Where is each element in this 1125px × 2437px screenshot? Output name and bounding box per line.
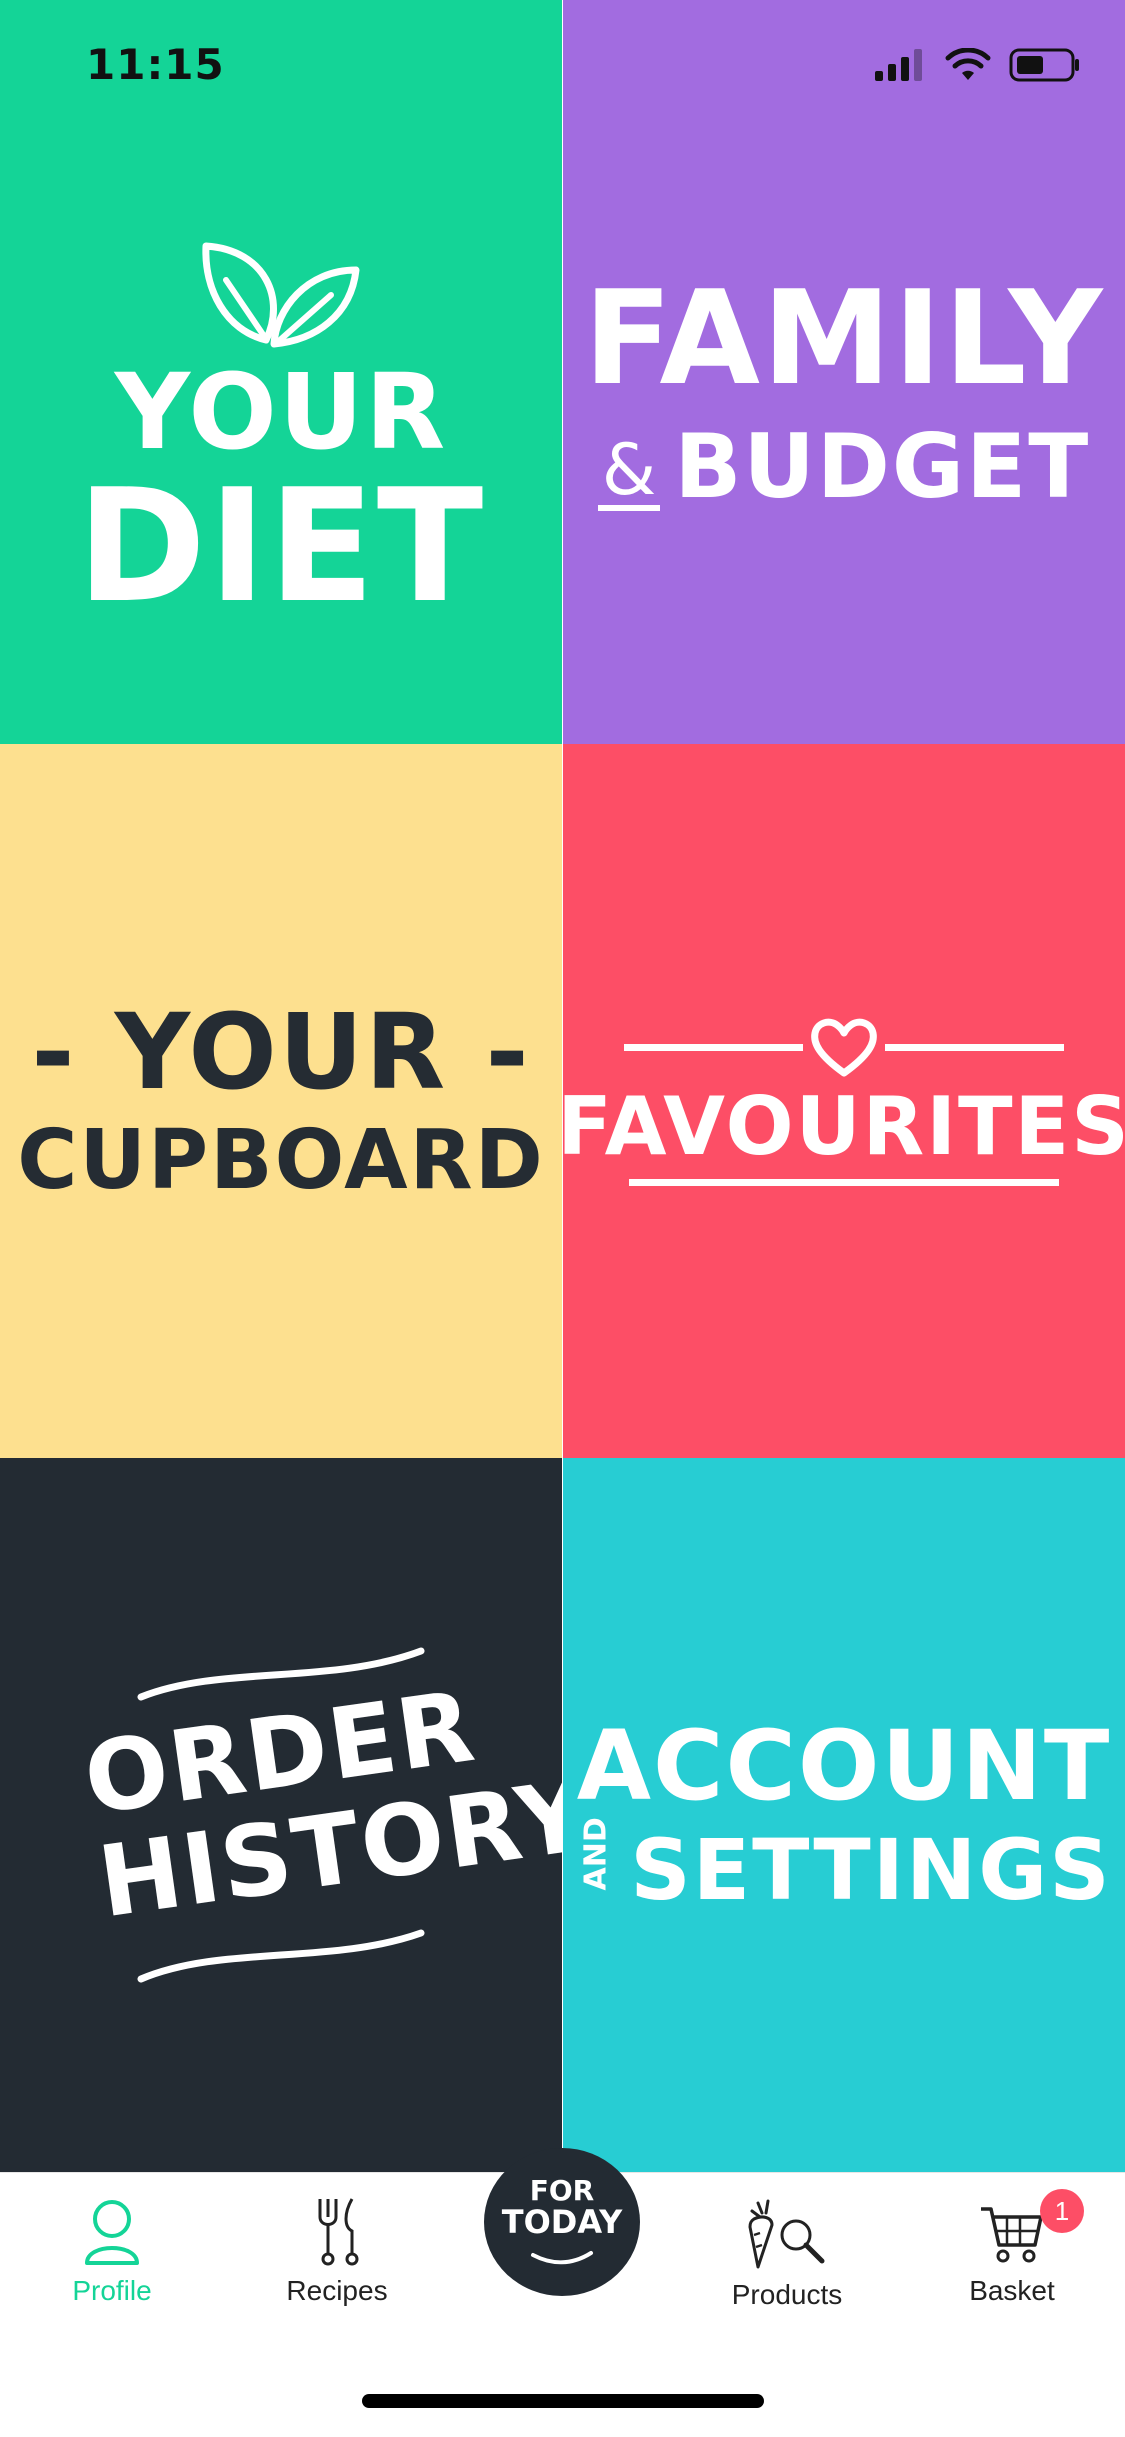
favourites-bottom-rule xyxy=(629,1178,1059,1186)
tile-account-and: AND xyxy=(578,1816,614,1890)
order-history-tile[interactable]: ORDER HISTORY xyxy=(0,1458,598,2172)
tab-recipes-label: Recipes xyxy=(286,2275,388,2306)
battery-icon xyxy=(1009,48,1079,82)
favourites-top-rule xyxy=(624,1017,1064,1079)
tab-profile[interactable]: Profile xyxy=(12,2197,212,2307)
divider-line xyxy=(624,1044,803,1051)
tile-cupboard-line1: - YOUR - xyxy=(31,991,531,1113)
tile-account-line1: ACCOUNT xyxy=(576,1710,1112,1822)
tab-products[interactable]: Products xyxy=(687,2197,887,2311)
heart-icon xyxy=(811,1018,877,1076)
for-today-button[interactable]: FOR TODAY xyxy=(484,2148,640,2296)
carrot-search-icon xyxy=(748,2199,825,2269)
for-today-line2: TODAY xyxy=(501,2203,623,2242)
your-cupboard-tile[interactable]: - YOUR - CUPBOARD xyxy=(0,744,562,1458)
status-time: 11:15 xyxy=(86,40,225,89)
order-history-emblem: ORDER HISTORY xyxy=(78,1645,598,1985)
tile-account-line2: SETTINGS xyxy=(630,1821,1112,1919)
order-history-text: ORDER HISTORY xyxy=(78,1670,598,1941)
status-icons xyxy=(875,48,1081,82)
tile-family-budget-row: & BUDGET xyxy=(597,415,1091,518)
divider-line xyxy=(885,1044,1064,1051)
cutlery-icon xyxy=(318,2198,359,2266)
tile-family-line1: FAMILY xyxy=(583,262,1105,414)
tile-family-ampersand: & xyxy=(597,435,661,511)
status-bar: 11:15 xyxy=(0,0,1125,130)
favourites-tile[interactable]: FAVOURITES xyxy=(557,744,1125,1458)
tab-profile-label: Profile xyxy=(72,2275,152,2306)
swoosh-bottom-icon xyxy=(137,1929,425,1983)
profile-icon xyxy=(85,2200,139,2265)
leaves-icon xyxy=(202,242,360,348)
home-indicator[interactable] xyxy=(362,2394,764,2408)
tile-diet-line2: DIET xyxy=(76,455,486,637)
tile-cupboard-line2: CUPBOARD xyxy=(17,1113,545,1208)
basket-count-badge: 1 xyxy=(1040,2189,1084,2233)
wifi-icon xyxy=(945,48,991,80)
tab-basket[interactable]: 1 Basket xyxy=(912,2189,1112,2307)
smile-swoosh-icon xyxy=(531,2250,593,2264)
favourites-emblem: FAVOURITES xyxy=(557,1017,1125,1186)
tab-basket-label: Basket xyxy=(969,2275,1055,2306)
cellular-signal-icon xyxy=(875,49,922,81)
tile-favourites-label: FAVOURITES xyxy=(557,1079,1125,1173)
for-today-line1: FOR xyxy=(529,2174,595,2208)
tile-diet-line1: YOUR xyxy=(114,351,448,473)
tile-account-settings-row: AND SETTINGS xyxy=(576,1816,1112,1919)
account-settings-tile[interactable]: ACCOUNT AND SETTINGS xyxy=(563,1458,1125,2172)
tab-recipes[interactable]: Recipes xyxy=(237,2197,437,2307)
tile-family-line2: BUDGET xyxy=(674,415,1091,518)
shopping-cart-icon xyxy=(981,2207,1043,2263)
tab-products-label: Products xyxy=(731,2279,843,2310)
